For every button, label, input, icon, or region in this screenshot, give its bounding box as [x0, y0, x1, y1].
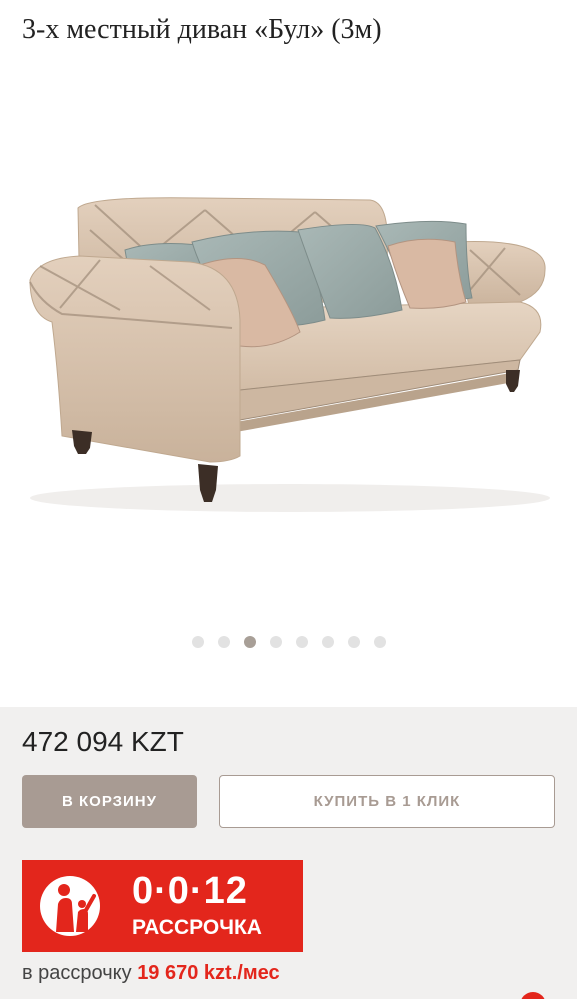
- gallery-pagination: [0, 636, 577, 648]
- installment-code: 0·0·12: [132, 870, 248, 912]
- product-page: 3-х местный диван «Бул» (3м) 472 094 KZT…: [0, 0, 577, 999]
- gallery-dot[interactable]: [321, 636, 334, 648]
- product-image: [29, 197, 550, 512]
- parent-child-icon: [40, 876, 100, 936]
- gallery-dot[interactable]: [269, 636, 282, 648]
- installment-label: РАССРОЧКА: [132, 916, 262, 939]
- gallery-dot[interactable]: [373, 636, 386, 648]
- product-price: 472 094 KZT: [22, 726, 184, 757]
- gallery-dot-active[interactable]: [243, 636, 256, 648]
- gallery-dot[interactable]: [347, 636, 360, 648]
- installment-info: в рассрочку 19 670 kzt./мес: [22, 962, 280, 985]
- gallery-dot[interactable]: [295, 636, 308, 648]
- product-gallery[interactable]: [0, 70, 577, 670]
- installment-amount: 19 670 kzt./мес: [137, 962, 280, 984]
- gallery-dot[interactable]: [217, 636, 230, 648]
- add-to-cart-button[interactable]: В КОРЗИНУ: [22, 775, 197, 828]
- product-title: 3-х местный диван «Бул» (3м): [22, 14, 382, 45]
- gallery-dot[interactable]: [191, 636, 204, 648]
- installment-banner[interactable]: 0·0·12 РАССРОЧКА: [22, 860, 303, 952]
- installment-prefix: в рассрочку: [22, 962, 138, 984]
- buy-one-click-button[interactable]: КУПИТЬ В 1 КЛИК: [219, 775, 555, 828]
